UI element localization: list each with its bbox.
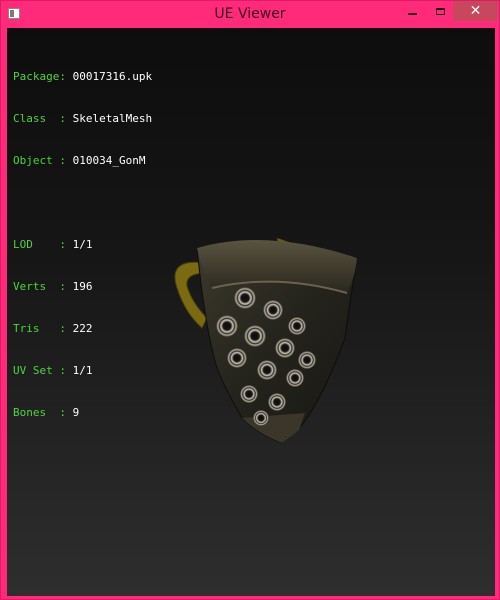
info-row-tris: Tris : 222 <box>13 322 152 336</box>
minimize-button[interactable] <box>399 1 425 21</box>
info-value: 196 <box>72 280 93 293</box>
info-row-object: Object : 010034_GonM <box>13 154 152 168</box>
app-window: UE Viewer ✕ Package: 00017316.upk Class … <box>0 0 500 600</box>
info-label: Bones : <box>13 406 66 419</box>
info-label: Package: <box>13 70 66 83</box>
minimize-icon <box>407 13 417 15</box>
info-value: 00017316.upk <box>72 70 153 83</box>
info-row-package: Package: 00017316.upk <box>13 70 152 84</box>
info-row-uvset: UV Set : 1/1 <box>13 364 152 378</box>
info-label: Object : <box>13 154 66 167</box>
maximize-icon <box>435 7 445 15</box>
info-row-class: Class : SkeletalMesh <box>13 112 152 126</box>
info-label: Tris : <box>13 322 66 335</box>
info-label: LOD : <box>13 238 66 251</box>
info-label: Verts : <box>13 280 66 293</box>
maximize-button[interactable] <box>427 1 453 21</box>
skeletal-mesh-render <box>174 238 358 444</box>
close-button[interactable]: ✕ <box>453 1 498 21</box>
info-value: 1/1 <box>72 238 93 251</box>
3d-viewport[interactable]: Package: 00017316.upk Class : SkeletalMe… <box>7 28 495 596</box>
info-row-lod: LOD : 1/1 <box>13 238 152 252</box>
close-icon: ✕ <box>469 3 482 19</box>
info-value: 1/1 <box>72 364 93 377</box>
title-bar[interactable]: UE Viewer ✕ <box>1 1 499 28</box>
info-row-verts: Verts : 196 <box>13 280 152 294</box>
info-label: UV Set : <box>13 364 66 377</box>
info-value: 010034_GonM <box>72 154 146 167</box>
info-value: 9 <box>72 406 80 419</box>
mesh-info-overlay: Package: 00017316.upk Class : SkeletalMe… <box>13 42 152 448</box>
info-value: SkeletalMesh <box>72 112 153 125</box>
info-row-bones: Bones : 9 <box>13 406 152 420</box>
info-value: 222 <box>72 322 93 335</box>
info-label: Class : <box>13 112 66 125</box>
